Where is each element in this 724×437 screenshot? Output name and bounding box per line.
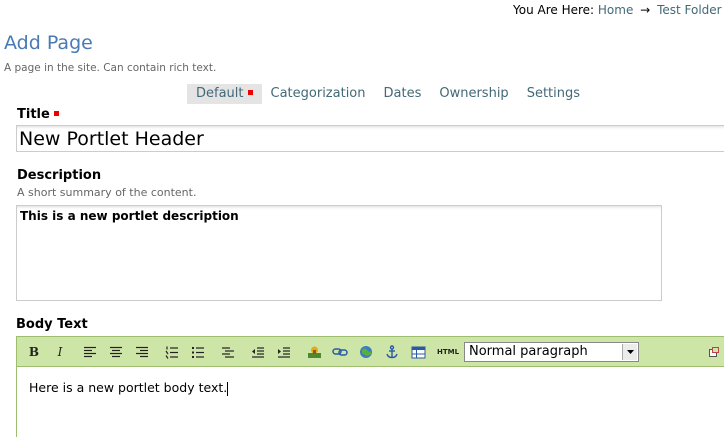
definition-list-icon[interactable] <box>219 343 237 361</box>
align-right-icon[interactable] <box>133 343 151 361</box>
description-textarea[interactable]: This is a new portlet description <box>16 205 662 301</box>
breadcrumb-link-home[interactable]: Home <box>598 3 633 17</box>
indent-icon[interactable] <box>275 343 293 361</box>
italic-icon[interactable]: I <box>51 343 69 361</box>
body-text-editor[interactable]: Here is a new portlet body text. <box>16 367 724 437</box>
title-label-text: Title <box>17 107 50 122</box>
tab-settings[interactable]: Settings <box>518 84 589 104</box>
outdent-icon[interactable] <box>249 343 267 361</box>
html-source-icon[interactable]: HTML <box>437 343 459 361</box>
insert-table-icon[interactable] <box>409 343 427 361</box>
text-caret <box>227 381 229 396</box>
description-label: Description <box>17 168 102 183</box>
required-indicator <box>53 111 59 116</box>
required-indicator <box>247 90 253 95</box>
edit-tabs: Default Categorization Dates Ownership S… <box>187 84 589 104</box>
tab-default[interactable]: Default <box>187 84 262 104</box>
title-input[interactable] <box>16 125 724 152</box>
fullscreen-icon[interactable] <box>707 343 721 361</box>
body-text-content: Here is a new portlet body text. <box>29 380 228 395</box>
breadcrumb-separator: → <box>640 3 651 17</box>
page-title: Add Page <box>4 32 93 54</box>
tab-categorization[interactable]: Categorization <box>262 84 375 104</box>
description-help: A short summary of the content. <box>17 186 197 199</box>
align-left-icon[interactable] <box>81 343 99 361</box>
insert-external-link-icon[interactable] <box>357 343 375 361</box>
tab-ownership[interactable]: Ownership <box>430 84 517 104</box>
insert-image-icon[interactable] <box>305 343 323 361</box>
unordered-list-icon[interactable] <box>189 343 207 361</box>
title-label: Title <box>17 107 59 122</box>
paragraph-format-value: Normal paragraph <box>469 344 588 359</box>
ordered-list-icon[interactable] <box>163 343 181 361</box>
page-description: A page in the site. Can contain rich tex… <box>4 62 217 74</box>
tab-default-label: Default <box>196 86 244 101</box>
breadcrumb-link-test-folder[interactable]: Test Folder <box>657 3 722 17</box>
editor-toolbar: B I HTML Normal paragraph <box>16 336 724 367</box>
breadcrumb-prefix: You Are Here: <box>513 3 595 17</box>
tab-dates[interactable]: Dates <box>375 84 431 104</box>
align-center-icon[interactable] <box>107 343 125 361</box>
chevron-down-icon <box>622 344 637 360</box>
body-text-label: Body Text <box>16 317 88 332</box>
paragraph-format-select[interactable]: Normal paragraph <box>464 342 639 362</box>
insert-anchor-icon[interactable] <box>383 343 401 361</box>
bold-icon[interactable]: B <box>25 343 43 361</box>
breadcrumb: You Are Here: Home → Test Folder → <box>513 3 724 17</box>
insert-link-icon[interactable] <box>331 343 349 361</box>
